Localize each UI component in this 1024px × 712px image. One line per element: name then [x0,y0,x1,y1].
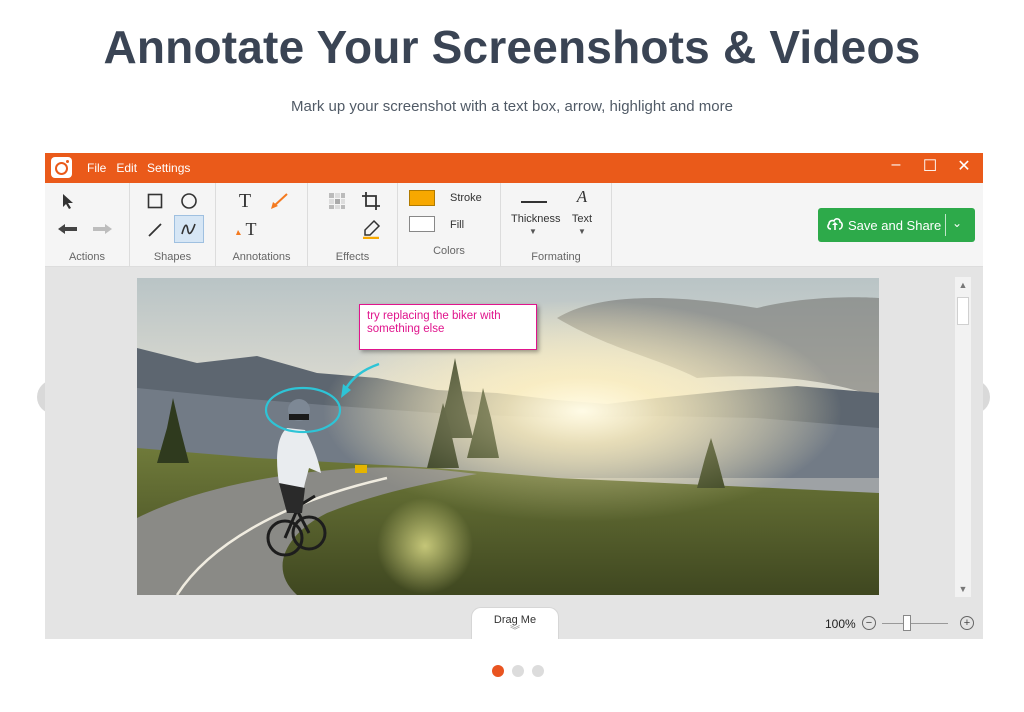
carousel-dot-2[interactable] [512,665,524,677]
page-title: Annotate Your Screenshots & Videos [103,21,921,73]
actions-label: Actions [68,251,106,263]
arrow-tool[interactable] [264,187,294,215]
app-window: File Edit Settings – ☐ ✕ Actions Shapes … [45,153,983,639]
shapes-label: Shapes [153,251,192,263]
redo-icon [93,224,112,234]
scrollbar-thumb[interactable] [957,297,969,325]
crop-icon [362,192,380,210]
callout-corner-icon [235,230,241,235]
freehand-icon [181,223,196,235]
line-tool[interactable] [140,216,170,244]
page-subtitle: Mark up your screenshot with a text box,… [291,98,733,115]
zoom-level: 100% [825,617,856,631]
fill-label: Fill [450,219,465,231]
minimize-button[interactable]: – [887,156,905,176]
annotations-label: Annotations [232,251,291,263]
thickness-label: Thickness [511,213,561,225]
drag-me-handle[interactable]: Drag Me ︾ [471,607,559,639]
shapes-group: Shapes [130,183,216,267]
menu-file[interactable]: File [87,161,106,175]
pointer-icon [63,194,73,209]
formatting-group: Thickness ▼ A Text ▼ Formating [501,183,612,267]
freehand-tool[interactable] [174,215,204,243]
annotation-text-box[interactable]: try replacing the biker with something e… [359,304,537,350]
stroke-color-swatch[interactable] [409,190,435,206]
vertical-scrollbar[interactable]: ▲ ▼ [955,277,971,597]
highlighter-tool[interactable] [356,215,386,243]
callout-text-tool[interactable]: T [230,215,260,243]
colors-label: Colors [433,245,465,257]
effects-group: Effects [308,183,398,267]
titlebar: File Edit Settings – ☐ ✕ [45,153,983,183]
thickness-dropdown[interactable]: Thickness ▼ [511,191,561,239]
undo-button[interactable] [53,215,83,243]
stroke-label: Stroke [450,192,482,204]
screenshot-image[interactable]: try replacing the biker with something e… [137,278,879,595]
crop-tool[interactable] [356,187,386,215]
ellipse-tool[interactable] [174,187,204,215]
highlighter-icon [363,219,381,239]
menu-settings[interactable]: Settings [147,161,190,175]
pixelate-tool[interactable] [322,187,352,215]
redo-button[interactable] [87,215,117,243]
text-format-label: Text [571,213,593,225]
toolbar: Actions Shapes T T Annotations Effects S… [45,183,983,267]
save-and-share-button[interactable]: Save and Share ⌄ [818,208,975,242]
carousel-dot-3[interactable] [532,665,544,677]
save-button-separator [945,214,946,236]
window-controls: – ☐ ✕ [887,156,973,176]
editor-canvas: try replacing the biker with something e… [45,267,983,607]
text-format-caret-icon: ▼ [578,227,586,236]
text-format-dropdown[interactable]: A Text ▼ [567,187,597,239]
ellipse-icon [181,193,197,209]
rectangle-icon [147,193,163,209]
zoom-in-button[interactable]: + [960,616,974,630]
pixelate-icon [329,193,345,209]
chevron-down-icon[interactable]: ▼ [955,581,971,597]
arrow-icon [271,193,288,209]
carousel-dot-1[interactable] [492,665,504,677]
double-chevron-down-icon: ︾ [510,626,520,637]
thickness-line-icon [521,201,547,203]
save-and-share-label: Save and Share [848,218,942,233]
select-tool[interactable] [53,187,83,215]
callout-text-glyph: T [245,218,257,239]
chevron-down-icon[interactable]: ⌄ [952,216,962,230]
chevron-up-icon[interactable]: ▲ [955,277,971,293]
annotations-group: T T Annotations [216,183,308,267]
carousel-dots [492,665,544,677]
text-tool[interactable]: T [230,187,260,215]
text-format-icon: A [576,187,588,206]
menu-edit[interactable]: Edit [116,161,137,175]
statusbar: Drag Me ︾ 100% − + [45,607,983,639]
undo-icon [58,224,77,234]
zoom-slider-thumb[interactable] [903,615,911,631]
maximize-button[interactable]: ☐ [921,156,939,176]
line-icon [148,223,162,237]
formatting-label: Formating [531,251,581,263]
menu-bar: File Edit Settings [87,161,190,175]
effects-label: Effects [335,251,370,263]
thickness-caret-icon: ▼ [529,227,537,236]
actions-group: Actions [45,183,130,267]
app-logo-icon [51,157,72,178]
drag-me-label: Drag Me [493,614,537,626]
colors-group: Stroke Fill Colors [398,183,501,267]
zoom-slider-track[interactable] [882,623,948,624]
zoom-out-button[interactable]: − [862,616,876,630]
close-button[interactable]: ✕ [955,156,973,176]
cloud-upload-icon [827,218,843,230]
fill-color-swatch[interactable] [409,216,435,232]
rectangle-tool[interactable] [140,187,170,215]
